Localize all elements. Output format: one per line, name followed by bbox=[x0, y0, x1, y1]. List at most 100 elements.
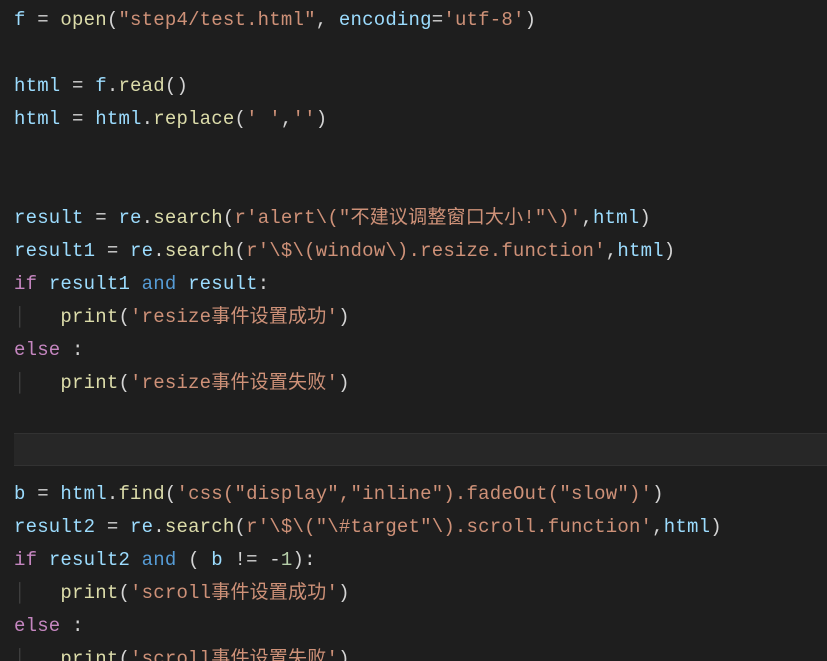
token-var: result2 bbox=[14, 516, 95, 538]
token-blue: and bbox=[142, 549, 177, 571]
token-punct bbox=[130, 549, 142, 571]
token-func: open bbox=[60, 9, 106, 31]
token-punct: , bbox=[316, 9, 339, 31]
token-str: "step4/test.html" bbox=[118, 9, 315, 31]
token-punct: . bbox=[107, 483, 119, 505]
token-punct: , bbox=[606, 240, 618, 262]
token-key: if bbox=[14, 273, 37, 295]
token-var: f bbox=[95, 75, 107, 97]
token-var: result bbox=[14, 207, 84, 229]
token-punct: = bbox=[95, 516, 130, 538]
token-var: re bbox=[130, 516, 153, 538]
token-str: 'scroll事件设置失败' bbox=[130, 648, 338, 661]
token-punct bbox=[37, 549, 49, 571]
token-var: result1 bbox=[49, 273, 130, 295]
token-var: html bbox=[664, 516, 710, 538]
token-punct: ( bbox=[107, 9, 119, 31]
code-line[interactable]: result1 = re.search(r'\$\(window\).resiz… bbox=[14, 240, 675, 262]
code-line[interactable]: f = open("step4/test.html", encoding='ut… bbox=[14, 9, 536, 31]
token-punct: ) bbox=[338, 372, 350, 394]
token-punct bbox=[37, 273, 49, 295]
code-line[interactable]: │ print('resize事件设置成功') bbox=[14, 306, 350, 328]
token-func: read bbox=[118, 75, 164, 97]
token-punct: = bbox=[95, 240, 130, 262]
code-editor[interactable]: f = open("step4/test.html", encoding='ut… bbox=[0, 0, 827, 661]
token-punct: ) bbox=[664, 240, 676, 262]
code-line[interactable]: html = html.replace(' ','') bbox=[14, 108, 327, 130]
token-str: 'css("display","inline").fadeOut("slow")… bbox=[176, 483, 652, 505]
token-punct: . bbox=[107, 75, 119, 97]
token-str: r'\$\(window\).resize.function' bbox=[246, 240, 606, 262]
code-line[interactable]: html = f.read() bbox=[14, 75, 188, 97]
token-str: r'\$\("\#target"\).scroll.function' bbox=[246, 516, 652, 538]
token-var: html bbox=[14, 75, 60, 97]
code-line[interactable]: if result2 and ( b != -1): bbox=[14, 549, 316, 571]
token-punct: : bbox=[60, 615, 83, 637]
token-str: 'resize事件设置成功' bbox=[130, 306, 338, 328]
token-punct bbox=[176, 273, 188, 295]
token-num: 1 bbox=[281, 549, 293, 571]
token-punct: ( bbox=[118, 372, 130, 394]
code-line[interactable]: │ print('scroll事件设置失败') bbox=[14, 648, 350, 661]
token-punct: . bbox=[142, 207, 154, 229]
token-punct: . bbox=[153, 516, 165, 538]
token-var: b bbox=[211, 549, 223, 571]
token-punct: != - bbox=[223, 549, 281, 571]
token-punct: ( bbox=[118, 306, 130, 328]
token-punct: ( bbox=[165, 483, 177, 505]
token-punct: = bbox=[432, 9, 444, 31]
code-line[interactable]: result = re.search(r'alert\("不建议调整窗口大小!"… bbox=[14, 207, 651, 229]
code-line[interactable]: b = html.find('css("display","inline").f… bbox=[14, 483, 664, 505]
token-str: 'utf-8' bbox=[443, 9, 524, 31]
token-punct: ) bbox=[525, 9, 537, 31]
token-punct: : bbox=[60, 339, 83, 361]
token-ind: │ bbox=[14, 306, 60, 328]
token-var: result bbox=[188, 273, 258, 295]
token-punct: ( bbox=[234, 108, 246, 130]
code-line[interactable]: else : bbox=[14, 615, 84, 637]
token-func: search bbox=[165, 240, 235, 262]
token-punct: , bbox=[581, 207, 593, 229]
token-var: html bbox=[14, 108, 60, 130]
token-punct: , bbox=[652, 516, 664, 538]
token-key: if bbox=[14, 549, 37, 571]
token-punct: ) bbox=[639, 207, 651, 229]
token-blue: and bbox=[142, 273, 177, 295]
current-line-highlight bbox=[14, 433, 827, 466]
token-ind: │ bbox=[14, 582, 60, 604]
token-punct: ) bbox=[338, 582, 350, 604]
token-punct: ) bbox=[652, 483, 664, 505]
token-func: replace bbox=[153, 108, 234, 130]
token-str: 'scroll事件设置成功' bbox=[130, 582, 338, 604]
token-punct: = bbox=[60, 75, 95, 97]
token-str: ' ' bbox=[246, 108, 281, 130]
token-key: else bbox=[14, 339, 60, 361]
token-var: result1 bbox=[14, 240, 95, 262]
token-var: re bbox=[130, 240, 153, 262]
token-punct: ) bbox=[338, 648, 350, 661]
code-line[interactable]: │ print('resize事件设置失败') bbox=[14, 372, 350, 394]
token-key: else bbox=[14, 615, 60, 637]
token-punct: ( bbox=[118, 582, 130, 604]
token-punct: = bbox=[84, 207, 119, 229]
token-punct bbox=[130, 273, 142, 295]
token-func: search bbox=[153, 207, 223, 229]
token-func: print bbox=[60, 582, 118, 604]
token-punct: ( bbox=[234, 240, 246, 262]
token-ind: │ bbox=[14, 648, 60, 661]
code-line[interactable]: else : bbox=[14, 339, 84, 361]
token-var: f bbox=[14, 9, 26, 31]
token-var: result2 bbox=[49, 549, 130, 571]
token-func: find bbox=[118, 483, 164, 505]
code-line[interactable]: │ print('scroll事件设置成功') bbox=[14, 582, 350, 604]
token-punct: ( bbox=[118, 648, 130, 661]
token-punct: . bbox=[142, 108, 154, 130]
token-var: html bbox=[60, 483, 106, 505]
token-punct: ) bbox=[338, 306, 350, 328]
token-str: 'resize事件设置失败' bbox=[130, 372, 338, 394]
token-punct: : bbox=[258, 273, 270, 295]
token-func: print bbox=[60, 648, 118, 661]
code-line[interactable]: if result1 and result: bbox=[14, 273, 269, 295]
token-var: html bbox=[593, 207, 639, 229]
code-line[interactable]: result2 = re.search(r'\$\("\#target"\).s… bbox=[14, 516, 722, 538]
